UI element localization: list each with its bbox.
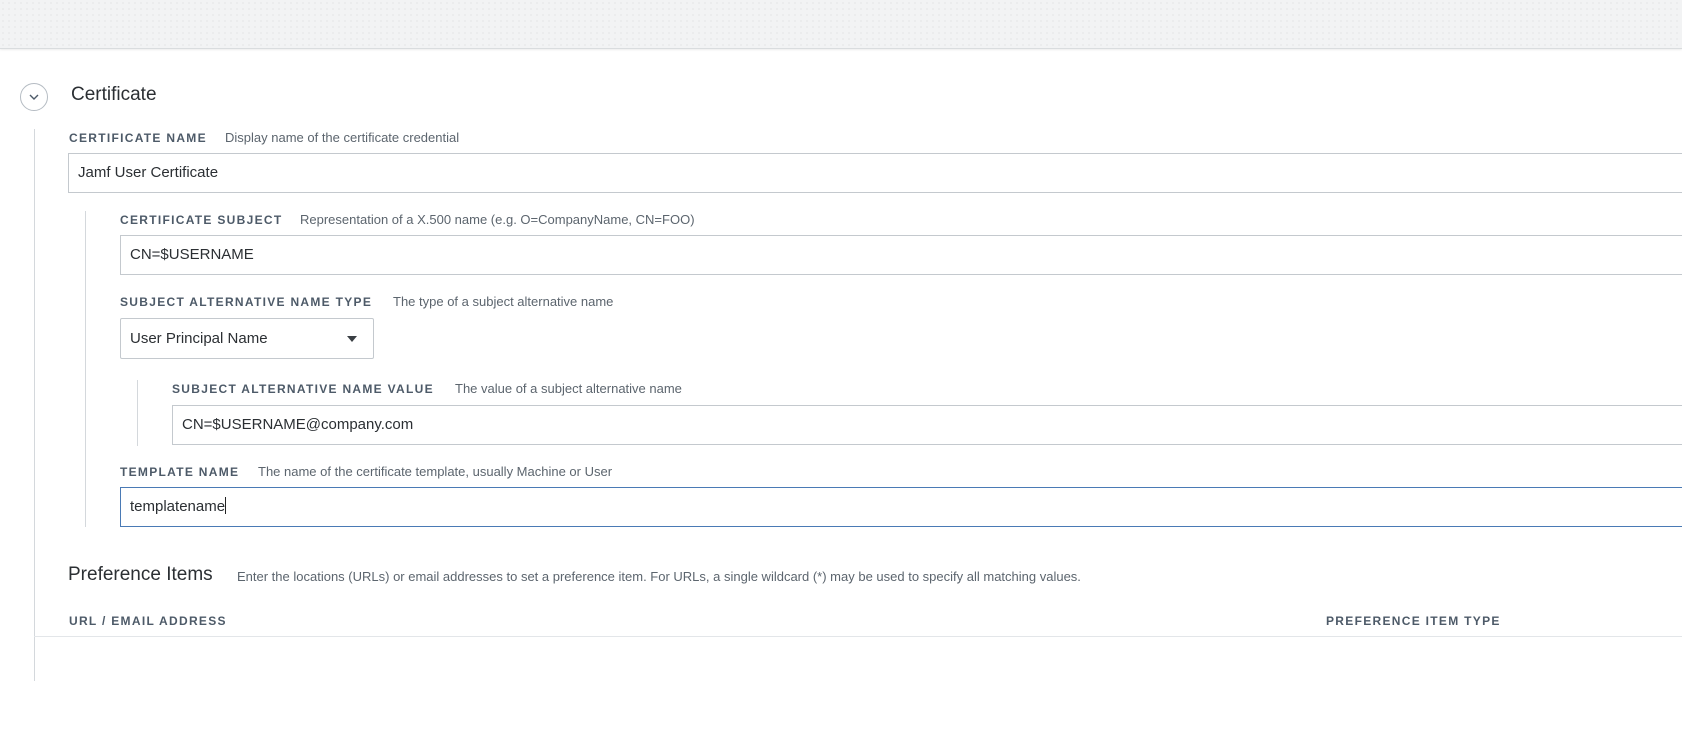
top-header-bar: [0, 0, 1682, 49]
collapse-section-button[interactable]: [20, 83, 48, 111]
san-type-label: SUBJECT ALTERNATIVE NAME TYPE: [120, 295, 373, 309]
san-type-selected-value: User Principal Name: [130, 330, 268, 347]
section-indent-line: [34, 129, 35, 681]
certificate-subject-label: CERTIFICATE SUBJECT: [120, 213, 283, 227]
preference-items-title: Preference Items: [68, 564, 213, 585]
template-name-help: The name of the certificate template, us…: [258, 464, 613, 479]
certificate-name-help: Display name of the certificate credenti…: [225, 130, 460, 145]
certificate-subject-value: CN=$USERNAME: [130, 246, 254, 263]
san-type-select[interactable]: User Principal Name: [120, 318, 374, 359]
san-value-input[interactable]: CN=$USERNAME@company.com: [172, 405, 1682, 445]
text-caret: [225, 497, 227, 514]
preference-items-help: Enter the locations (URLs) or email addr…: [237, 569, 1081, 584]
template-name-label: TEMPLATE NAME: [120, 465, 240, 479]
certificate-name-value: Jamf User Certificate: [78, 164, 219, 181]
subject-indent-line: [85, 211, 86, 527]
san-type-help: The type of a subject alternative name: [393, 294, 614, 309]
certificate-subject-help: Representation of a X.500 name (e.g. O=C…: [300, 212, 695, 227]
column-header-preference-item-type: PREFERENCE ITEM TYPE: [1326, 614, 1501, 628]
san-value-indent-line: [137, 380, 138, 446]
certificate-name-input[interactable]: Jamf User Certificate: [68, 153, 1682, 193]
san-value-help: The value of a subject alternative name: [455, 381, 682, 396]
chevron-down-icon: [29, 94, 39, 101]
column-header-url-email: URL / EMAIL ADDRESS: [69, 614, 227, 628]
certificate-name-label: CERTIFICATE NAME: [69, 131, 207, 145]
san-value-value: CN=$USERNAME@company.com: [182, 416, 414, 433]
template-name-input[interactable]: templatename: [120, 487, 1682, 527]
dropdown-arrow-icon: [347, 336, 357, 342]
san-value-label: SUBJECT ALTERNATIVE NAME VALUE: [172, 382, 434, 396]
template-name-value: templatename: [130, 498, 226, 515]
certificate-subject-input[interactable]: CN=$USERNAME: [120, 235, 1682, 275]
table-header-divider: [34, 636, 1682, 637]
section-title: Certificate: [71, 84, 157, 105]
